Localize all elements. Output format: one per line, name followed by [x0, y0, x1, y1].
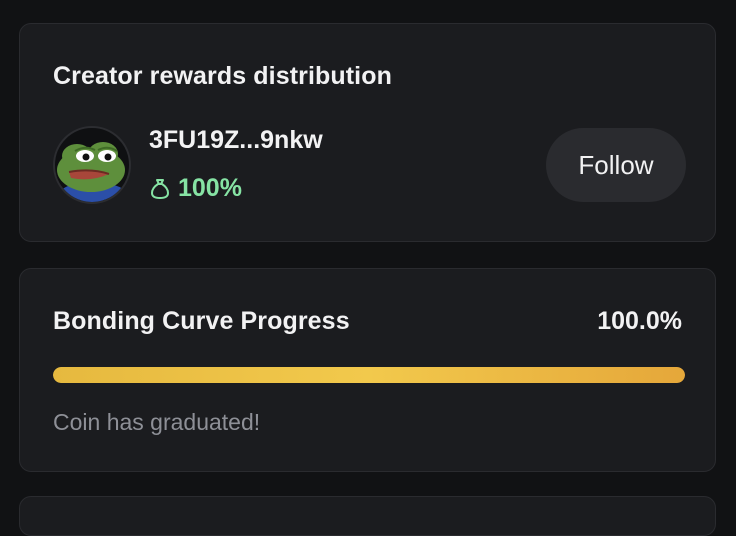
- bonding-curve-card: Bonding Curve Progress 100.0% Coin has g…: [19, 268, 716, 472]
- next-card: [19, 496, 716, 536]
- creator-address[interactable]: 3FU19Z...9nkw: [149, 126, 323, 155]
- bonding-curve-progress-fill: [53, 367, 685, 383]
- creator-share-value: 100%: [178, 174, 242, 202]
- bonding-curve-percent: 100.0%: [597, 307, 682, 335]
- creator-share: 100%: [150, 174, 242, 203]
- money-bag-icon: [150, 178, 170, 200]
- bonding-curve-title: Bonding Curve Progress: [53, 307, 350, 335]
- avatar[interactable]: [53, 126, 131, 204]
- creator-rewards-title: Creator rewards distribution: [53, 62, 392, 90]
- creator-rewards-card: Creator rewards distribution 3FU19Z...9n…: [19, 23, 716, 242]
- graduation-status: Coin has graduated!: [53, 409, 261, 435]
- bonding-curve-progress-bar: [53, 367, 685, 383]
- follow-button[interactable]: Follow: [546, 128, 686, 202]
